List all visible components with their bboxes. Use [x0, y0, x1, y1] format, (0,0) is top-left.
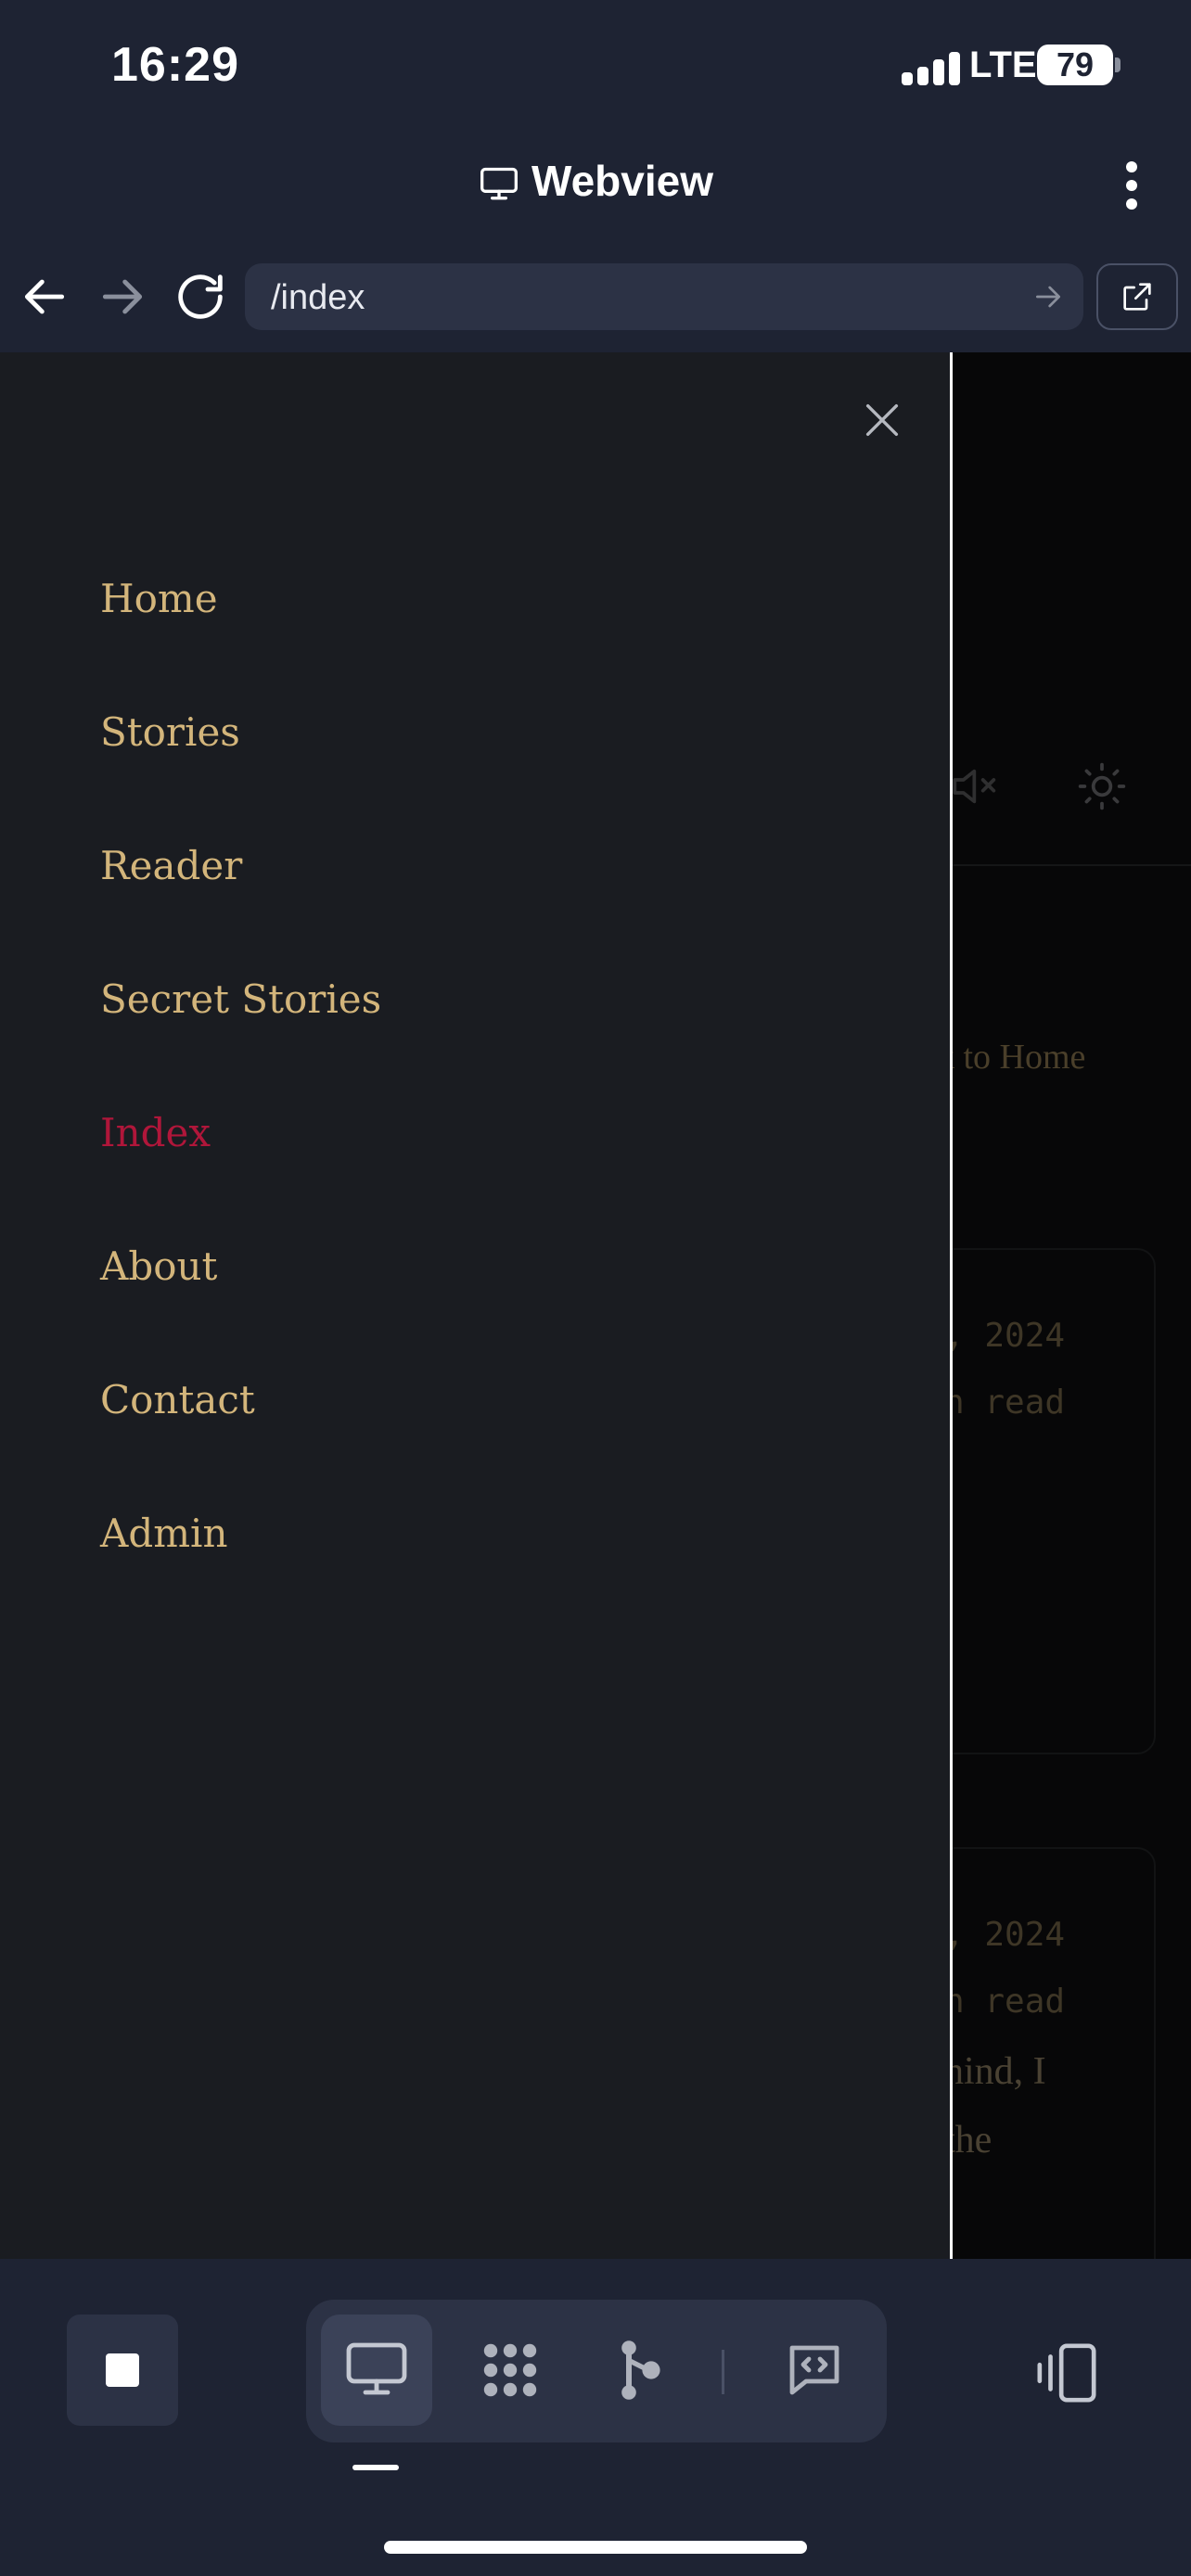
- drawer-menu: Home Stories Reader Secret Stories Index…: [100, 555, 381, 1623]
- app-header: Webview: [0, 130, 1191, 241]
- signal-icon: [902, 48, 961, 85]
- menu-item-admin[interactable]: Admin: [100, 1489, 381, 1623]
- stop-icon: [106, 2353, 139, 2387]
- menu-item-contact[interactable]: Contact: [100, 1356, 381, 1489]
- card-date: , 2024: [944, 1916, 1066, 1954]
- webview-content: k to Home , 2024 n read , 2024 n read hi…: [0, 352, 1191, 2259]
- stop-button[interactable]: [67, 2315, 178, 2426]
- tab-code-chat[interactable]: [759, 2315, 870, 2426]
- menu-item-home[interactable]: Home: [100, 555, 381, 688]
- tab-webview[interactable]: [321, 2315, 432, 2426]
- card-excerpt: hind, I: [944, 2050, 1046, 2093]
- monitor-icon: [480, 167, 518, 200]
- menu-item-secret-stories[interactable]: Secret Stories: [100, 955, 381, 1089]
- menu-item-about[interactable]: About: [100, 1222, 381, 1356]
- nav-drawer: Home Stories Reader Secret Stories Index…: [0, 352, 953, 2259]
- tab-separator: [722, 2350, 724, 2394]
- mute-icon[interactable]: [946, 760, 998, 812]
- menu-item-index[interactable]: Index: [100, 1089, 381, 1222]
- divider: [952, 864, 1191, 866]
- go-arrow-icon[interactable]: [1030, 278, 1067, 315]
- battery-tip: [1115, 57, 1121, 72]
- menu-item-stories[interactable]: Stories: [100, 688, 381, 822]
- status-bar: 16:29 LTE 79: [0, 0, 1191, 130]
- back-arrow-icon[interactable]: [15, 267, 74, 326]
- bottom-toolbar: [0, 2259, 1191, 2576]
- url-input[interactable]: /index: [245, 263, 1083, 330]
- page-title: Webview: [531, 157, 713, 205]
- selected-tab-indicator: [352, 2465, 399, 2470]
- url-text: /index: [271, 278, 365, 317]
- url-toolbar: /index: [0, 241, 1191, 354]
- header-title-group: Webview: [0, 156, 1191, 206]
- network-label: LTE: [969, 45, 1037, 85]
- tab-branch[interactable]: [584, 2315, 696, 2426]
- device-rotate-icon[interactable]: [1031, 2340, 1102, 2405]
- battery-icon: 79: [1037, 45, 1113, 85]
- tab-dots[interactable]: [455, 2315, 566, 2426]
- mode-tab-group: [306, 2300, 887, 2442]
- home-indicator: [384, 2541, 807, 2554]
- dots-grid-icon: [483, 2343, 537, 2397]
- card-read-time: n read: [944, 1983, 1066, 2021]
- status-time: 16:29: [111, 38, 239, 92]
- code-chat-icon: [789, 2345, 839, 2395]
- card-read-time: n read: [944, 1384, 1066, 1422]
- monitor-icon: [346, 2342, 407, 2395]
- open-external-button[interactable]: [1096, 263, 1178, 330]
- branch-icon: [621, 2340, 660, 2400]
- reload-icon[interactable]: [171, 267, 230, 326]
- close-icon[interactable]: [861, 399, 903, 441]
- forward-arrow-icon[interactable]: [93, 267, 152, 326]
- back-to-home-link[interactable]: k to Home: [937, 1037, 1085, 1078]
- menu-item-reader[interactable]: Reader: [100, 822, 381, 955]
- sun-icon[interactable]: [1076, 760, 1128, 812]
- card-date: , 2024: [944, 1317, 1066, 1355]
- kebab-icon[interactable]: [1113, 158, 1150, 213]
- external-link-icon: [1123, 283, 1151, 311]
